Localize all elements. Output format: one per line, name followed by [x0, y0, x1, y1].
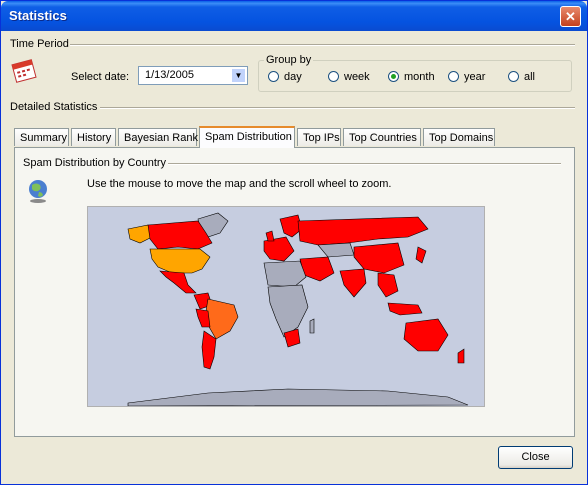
country-indonesia	[387, 302, 423, 316]
country-australia	[403, 318, 449, 352]
country-russia	[297, 216, 429, 246]
country-china	[353, 242, 405, 274]
country-uk	[265, 230, 275, 242]
radio-dot	[328, 71, 339, 82]
country-japan	[415, 246, 427, 264]
radio-dot	[508, 71, 519, 82]
date-picker[interactable]: 1/13/2005 ▼	[138, 66, 248, 85]
radio-year[interactable]: year	[448, 71, 485, 83]
close-icon[interactable]: ✕	[560, 6, 581, 27]
date-value[interactable]: 1/13/2005	[145, 69, 194, 81]
country-africa-central	[267, 284, 309, 338]
country-india	[339, 268, 367, 298]
radio-week[interactable]: week	[328, 71, 370, 83]
title-bar[interactable]: Statistics ✕	[1, 1, 587, 31]
country-mexico	[159, 270, 197, 294]
country-kazakhstan	[317, 242, 355, 258]
time-period-label: Time Period	[10, 38, 69, 50]
country-brazil	[205, 298, 239, 340]
country-usa	[149, 248, 211, 274]
radio-dot	[268, 71, 279, 82]
country-new-zealand	[457, 348, 465, 364]
country-peru	[195, 308, 211, 328]
chevron-down-icon[interactable]: ▼	[231, 68, 246, 83]
select-date-label: Select date:	[71, 71, 130, 83]
radio-month[interactable]: month	[388, 71, 435, 83]
antarctica	[127, 388, 469, 406]
divider	[100, 107, 575, 109]
tab-top-domains[interactable]: Top Domains	[423, 128, 495, 146]
country-southeast-asia	[377, 272, 399, 298]
country-madagascar	[309, 318, 315, 334]
world-map-svg[interactable]	[88, 207, 484, 406]
tab-top-ips[interactable]: Top IPs	[297, 128, 341, 146]
radio-dot	[388, 71, 399, 82]
divider	[70, 44, 575, 46]
detailed-statistics-label: Detailed Statistics	[10, 101, 98, 113]
window-title: Statistics	[9, 8, 67, 23]
radio-all[interactable]: all	[508, 71, 535, 83]
tab-history[interactable]: History	[71, 128, 116, 146]
radio-day[interactable]: day	[268, 71, 302, 83]
calendar-icon	[11, 59, 37, 83]
spam-distribution-label: Spam Distribution by Country	[23, 157, 167, 169]
tab-bayesian-rank[interactable]: Bayesian Rank	[118, 128, 198, 146]
tab-spam-distribution[interactable]: Spam Distribution	[199, 126, 295, 148]
radio-dot	[448, 71, 459, 82]
tab-summary[interactable]: Summary	[14, 128, 69, 146]
divider	[168, 163, 561, 165]
globe-icon	[29, 180, 47, 203]
tab-top-countries[interactable]: Top Countries	[343, 128, 421, 146]
close-button[interactable]: Close	[498, 446, 573, 469]
map-hint: Use the mouse to move the map and the sc…	[87, 178, 392, 190]
world-map[interactable]	[87, 206, 485, 407]
country-africa-north	[263, 260, 307, 288]
country-argentina	[201, 330, 217, 370]
group-by-label: Group by	[264, 54, 314, 66]
